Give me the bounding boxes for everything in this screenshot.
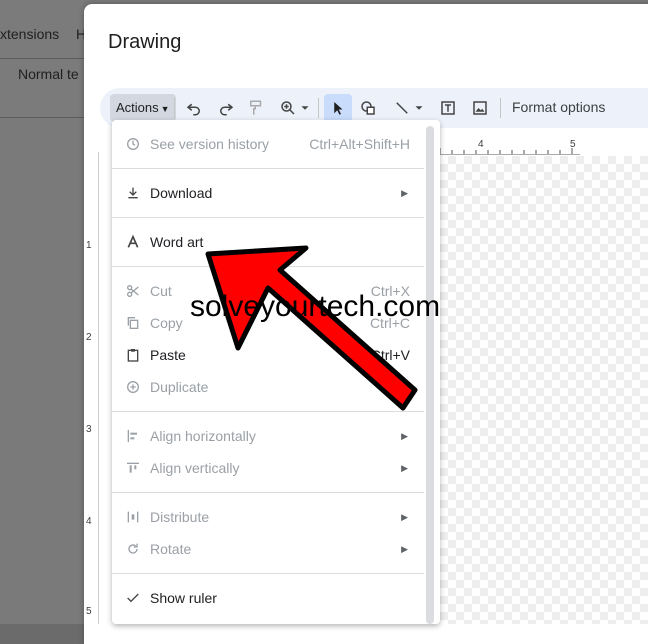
submenu-arrow-icon: ▶ [401,430,408,441]
menu-item-label: Show ruler [150,590,217,606]
checkmark-icon [124,589,142,607]
align-horizontal-icon [124,427,142,445]
image-icon[interactable] [468,96,492,120]
clipboard-icon [124,346,142,364]
menubar-divider [0,58,84,59]
copy-icon [124,314,142,332]
line-icon[interactable] [390,96,414,120]
format-options-button[interactable]: Format options [512,99,605,115]
submenu-arrow-icon: ▶ [401,511,408,522]
history-icon [124,135,142,153]
shape-icon[interactable] [356,96,380,120]
menu-item-paste[interactable]: Paste Ctrl+V [112,339,424,371]
actions-label: Actions [116,100,159,115]
distribute-icon [124,508,142,526]
menu-divider [112,573,424,574]
menu-item-shortcut: C [399,379,410,395]
menu-item-label: Paste [150,347,186,363]
docs-menubar-background: xtensions H Normal te [0,0,86,118]
actions-menu-button[interactable]: Actions ▼ [110,94,176,122]
menu-item-download[interactable]: Download ▶ [112,177,424,209]
menu-item-align-horizontally[interactable]: Align horizontally ▶ [112,420,424,452]
toolbar-separator [500,98,501,118]
menu-extensions[interactable]: xtensions [0,26,59,42]
toolbar-separator [174,98,175,118]
paint-format-icon[interactable] [244,96,268,120]
redo-icon[interactable] [214,96,238,120]
zoom-dropdown-icon[interactable] [298,96,312,120]
menu-item-label: Rotate [150,541,192,557]
text-box-icon[interactable] [436,96,460,120]
word-art-icon [124,233,142,251]
actions-dropdown-menu: See version history Ctrl+Alt+Shift+H Dow… [112,120,440,624]
menu-divider [112,492,424,493]
align-vertical-icon [124,459,142,477]
rotate-icon [124,540,142,558]
toolbar-divider [0,117,84,118]
vertical-ruler: 1 2 3 4 5 [84,152,99,624]
menu-scrollbar[interactable] [426,126,434,624]
menu-item-label: See version history [150,136,270,152]
ruler-label-5: 5 [570,139,576,150]
ruler-label-4: 4 [478,139,484,150]
duplicate-icon [124,378,142,396]
menu-item-align-vertically[interactable]: Align vertically ▶ [112,452,424,484]
menu-divider [112,217,424,218]
menu-item-shortcut: Ctrl+V [370,347,410,363]
scissors-icon [124,282,142,300]
menu-divider [112,266,424,267]
select-cursor-icon[interactable] [324,94,352,122]
menu-item-label: Word art [150,234,204,250]
menu-item-duplicate[interactable]: Duplicate C [112,371,424,403]
toolbar-separator [318,98,319,118]
ruler-label-v3: 3 [86,424,92,435]
line-dropdown-icon[interactable] [412,96,426,120]
menu-item-word-art[interactable]: Word art [112,226,424,258]
ruler-label-v1: 1 [86,240,92,251]
dialog-title: Drawing [108,31,182,53]
menu-item-rotate[interactable]: Rotate ▶ [112,533,424,565]
menu-item-version-history[interactable]: See version history Ctrl+Alt+Shift+H [112,128,424,160]
ruler-label-v5: 5 [86,606,92,617]
menu-item-label: Duplicate [150,379,209,395]
zoom-icon[interactable] [276,96,300,120]
menu-item-label: Download [150,185,213,201]
menu-divider [112,411,424,412]
download-icon [124,184,142,202]
undo-icon[interactable] [182,96,206,120]
caret-down-icon: ▼ [160,104,170,114]
ruler-label-v2: 2 [86,332,92,343]
menu-item-show-ruler[interactable]: Show ruler [112,582,424,614]
menu-item-distribute[interactable]: Distribute ▶ [112,501,424,533]
menu-item-label: Distribute [150,509,210,525]
menu-divider [112,168,424,169]
menu-item-shortcut: Ctrl+Alt+Shift+H [309,136,410,152]
ruler-label-v4: 4 [86,516,92,527]
drawing-canvas[interactable] [440,156,648,624]
paragraph-style-select[interactable]: Normal te [18,66,79,82]
menu-item-label: Align horizontally [150,428,256,444]
submenu-arrow-icon: ▶ [401,187,408,198]
submenu-arrow-icon: ▶ [401,543,408,554]
menu-item-label: Align vertically [150,460,240,476]
submenu-arrow-icon: ▶ [401,462,408,473]
watermark-text: solveyourtech.com [190,290,441,323]
